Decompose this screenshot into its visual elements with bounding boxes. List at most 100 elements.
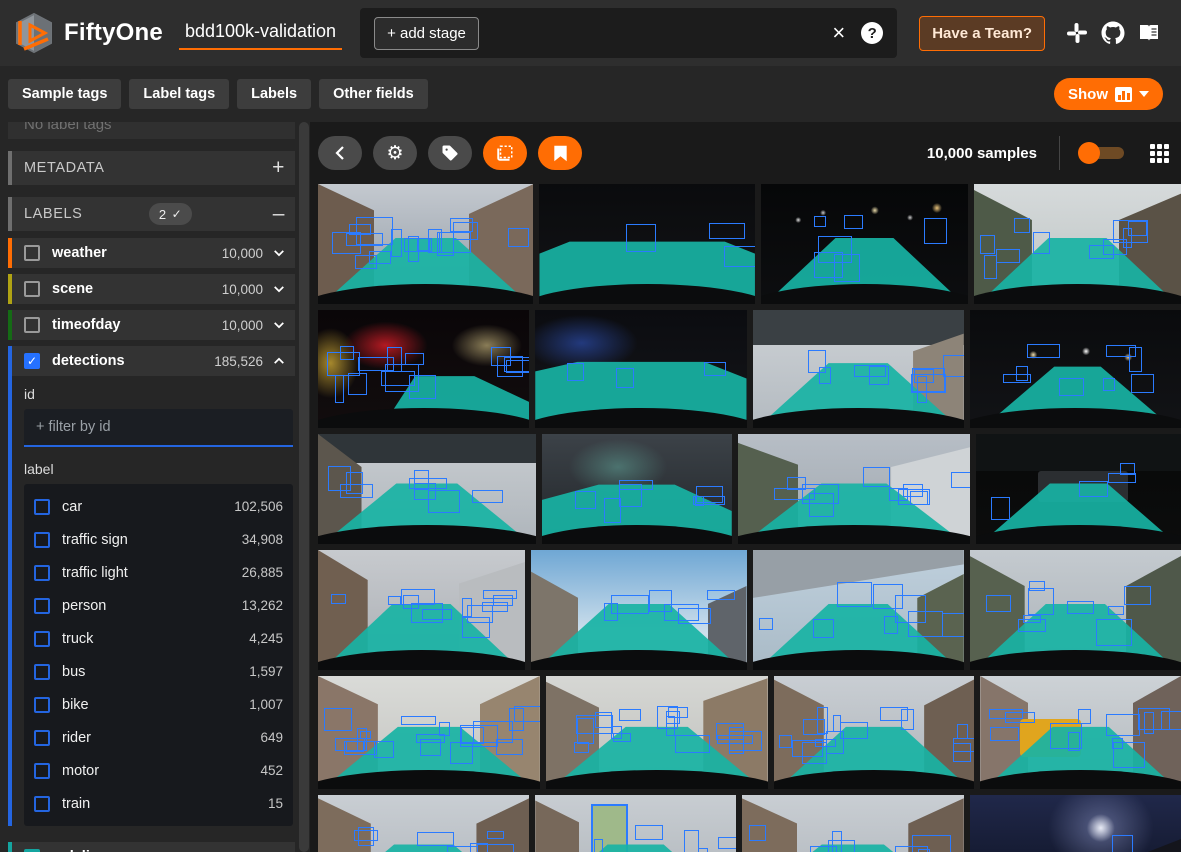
settings-button[interactable]: ⚙ [373,136,417,170]
sidebar-scrollbar[interactable] [299,122,309,852]
have-a-team-button[interactable]: Have a Team? [919,16,1045,51]
labels-section-header[interactable]: LABELS 2✓ – [8,197,295,231]
tab-labels[interactable]: Labels [237,79,311,109]
weather-checkbox[interactable] [24,245,40,261]
patches-crop-icon [496,144,514,162]
show-plots-button[interactable]: Show [1054,78,1163,110]
sample-thumbnail[interactable] [531,550,746,670]
chevron-down-icon [1139,91,1149,97]
add-stage-button[interactable]: + add stage [374,17,479,50]
scene-checkbox[interactable] [24,281,40,297]
id-filter-input[interactable] [36,419,281,435]
id-field-label: id [24,386,293,402]
labels-section-label: LABELS [24,206,82,222]
sample-thumbnail[interactable] [976,434,1181,544]
label-row-bus[interactable]: bus 1,597 [34,655,283,688]
collapse-minus-icon[interactable]: – [273,202,285,226]
sample-thumbnail[interactable] [738,434,970,544]
label-field-label: label [24,461,293,477]
tag-samples-button[interactable] [428,136,472,170]
slack-icon[interactable] [1065,21,1089,45]
sidebar-field-weather[interactable]: weather 10,000 [8,238,295,268]
help-icon[interactable]: ? [861,22,883,44]
sample-thumbnail[interactable] [318,795,529,852]
sidebar-field-polylines[interactable]: ✓ polylines 93,711 [8,842,295,852]
clear-stages-icon[interactable]: × [832,22,845,44]
label-row-traffic-sign[interactable]: traffic sign 34,908 [34,523,283,556]
github-icon[interactable] [1101,21,1125,45]
sample-thumbnail[interactable] [753,310,964,428]
sample-thumbnail[interactable] [546,676,768,789]
back-button[interactable] [318,136,362,170]
sample-thumbnail[interactable] [970,550,1181,670]
tab-other-fields[interactable]: Other fields [319,79,428,109]
sample-thumbnail[interactable] [970,310,1181,428]
sample-thumbnail[interactable] [753,550,964,670]
sample-thumbnail[interactable] [318,310,529,428]
sample-thumbnail[interactable] [539,184,754,304]
expand-plus-icon[interactable]: + [272,156,285,180]
checkbox[interactable] [34,664,50,680]
chevron-down-icon[interactable] [273,283,285,295]
checkbox[interactable] [34,565,50,581]
sample-thumbnail[interactable] [761,184,968,304]
sidebar-field-timeofday[interactable]: timeofday 10,000 [8,310,295,340]
grid-toolbar: ⚙ 10,000 samples [310,122,1181,184]
label-row-traffic-light[interactable]: traffic light 26,885 [34,556,283,589]
slider-knob[interactable] [1078,142,1100,164]
checkbox[interactable] [34,697,50,713]
drag-handle [8,197,12,231]
checkbox[interactable] [34,730,50,746]
bar-chart-icon [1115,87,1132,102]
sample-thumbnail[interactable] [318,550,525,670]
chevron-left-icon [335,146,345,160]
label-row-rider[interactable]: rider 649 [34,721,283,754]
patches-button[interactable] [483,136,527,170]
tab-label-tags[interactable]: Label tags [129,79,229,109]
sidebar-field-scene[interactable]: scene 10,000 [8,274,295,304]
chevron-down-icon[interactable] [273,247,285,259]
dataset-selector[interactable]: bdd100k-validation [179,11,342,56]
checkbox[interactable] [34,763,50,779]
sample-grid [310,184,1181,852]
id-filter-box[interactable] [24,409,293,447]
label-row-car[interactable]: car 102,506 [34,490,283,523]
sample-thumbnail[interactable] [774,676,975,789]
drag-handle [8,151,12,185]
timeofday-checkbox[interactable] [24,317,40,333]
gear-icon: ⚙ [386,144,403,163]
checkbox[interactable] [34,499,50,515]
checkbox[interactable] [34,796,50,812]
sample-thumbnail[interactable] [535,795,736,852]
view-stage-bar[interactable]: + add stage × ? [360,8,897,58]
sidebar-field-detections[interactable]: ✓ detections 185,526 [8,346,295,376]
sample-thumbnail[interactable] [318,676,540,789]
label-row-person[interactable]: person 13,262 [34,589,283,622]
sample-thumbnail[interactable] [318,434,536,544]
sample-thumbnail[interactable] [980,676,1181,789]
save-view-button[interactable] [538,136,582,170]
label-row-motor[interactable]: motor 452 [34,754,283,787]
sample-thumbnail[interactable] [970,795,1181,852]
docs-book-icon[interactable] [1137,21,1161,45]
chevron-up-icon[interactable] [273,355,285,367]
sample-thumbnail[interactable] [318,184,533,304]
label-row-truck[interactable]: truck 4,245 [34,622,283,655]
chevron-down-icon[interactable] [273,319,285,331]
metadata-section-header[interactable]: METADATA + [8,151,295,185]
resolution-slider[interactable] [1082,147,1124,159]
label-row-bike[interactable]: bike 1,007 [34,688,283,721]
sample-thumbnail[interactable] [974,184,1181,304]
checkbox[interactable] [34,631,50,647]
checkbox[interactable] [34,598,50,614]
field-color-bar [8,346,12,826]
tab-sample-tags[interactable]: Sample tags [8,79,121,109]
grid-size-icon[interactable] [1150,144,1169,163]
detections-checkbox[interactable]: ✓ [24,353,40,369]
sample-thumbnail[interactable] [535,310,746,428]
checkbox[interactable] [34,532,50,548]
app-title: FiftyOne [64,19,163,47]
sample-thumbnail[interactable] [742,795,964,852]
sample-thumbnail[interactable] [542,434,732,544]
label-row-train[interactable]: train 15 [34,787,283,820]
